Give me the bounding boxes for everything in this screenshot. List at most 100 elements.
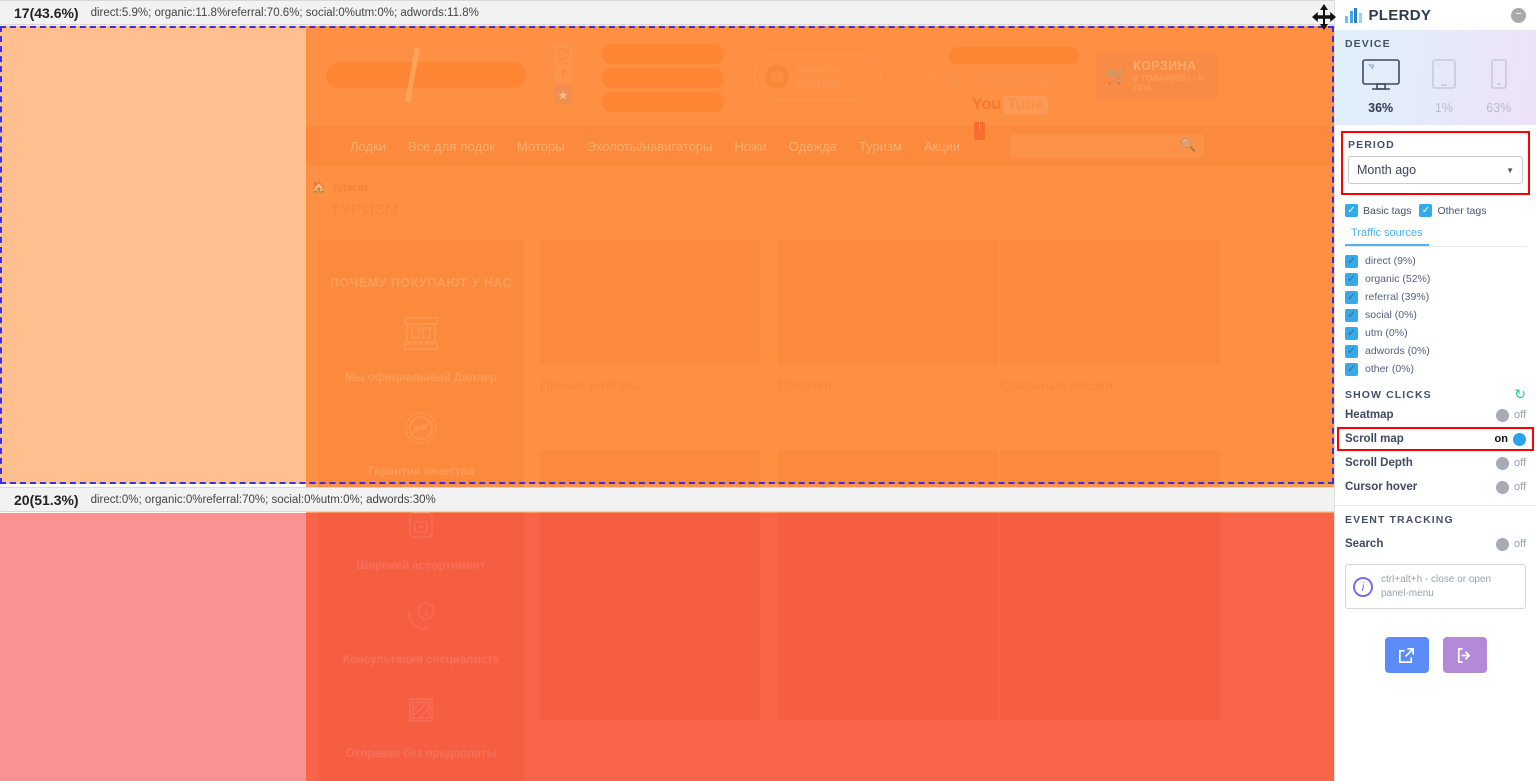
other-tags-label: Other tags: [1437, 204, 1487, 217]
event-tracking-section: EVENT TRACKING Search off i ctrl+alt+h -…: [1335, 505, 1536, 673]
toggle-search[interactable]: Search off: [1345, 532, 1526, 556]
period-select[interactable]: Month ago ▼: [1348, 156, 1523, 184]
store-icon: [397, 312, 445, 356]
instagram-icon[interactable]: ◯: [554, 44, 572, 62]
toggle-label: Heatmap: [1345, 409, 1394, 421]
nav-item-clothes[interactable]: Одежда: [789, 139, 837, 154]
badge-icon: [397, 406, 445, 450]
toggle-switch[interactable]: off: [1495, 408, 1526, 422]
category-tile[interactable]: [778, 560, 998, 720]
category-image: [540, 240, 760, 365]
traffic-source-label: other (0%): [1365, 363, 1415, 375]
phone-number[interactable]: [602, 68, 724, 88]
toggle-switch[interactable]: on: [1494, 432, 1526, 446]
facebook-icon[interactable]: f: [554, 65, 572, 83]
toggle-label: Cursor hover: [1345, 481, 1418, 493]
toggle-switch[interactable]: off: [1495, 537, 1526, 551]
traffic-source-other[interactable]: ✓ other (0%): [1345, 360, 1526, 378]
telegram-icon: ➤: [922, 47, 936, 64]
site-logo[interactable]: [326, 62, 526, 88]
category-tile[interactable]: [1000, 560, 1220, 720]
star-icon[interactable]: ★: [554, 86, 572, 104]
toggle-scroll-depth[interactable]: Scroll Depth off: [1345, 451, 1526, 475]
nav-item-sonars[interactable]: Эхолоты/навигаторы: [587, 139, 713, 154]
traffic-source-utm[interactable]: ✓ utm (0%): [1345, 324, 1526, 342]
toggle-switch[interactable]: off: [1495, 480, 1526, 494]
traffic-source-referral[interactable]: ✓ referral (39%): [1345, 288, 1526, 306]
traffic-source-adwords[interactable]: ✓ adwords (0%): [1345, 342, 1526, 360]
nav-item-knives[interactable]: Ножи: [734, 139, 766, 154]
callback-label-1: Заказать: [795, 63, 841, 76]
device-stats: 36% 1% 63%: [1345, 58, 1526, 115]
nav-item-sales[interactable]: Акции: [924, 139, 960, 154]
device-section: DEVICE 36% 1% 63%: [1335, 30, 1536, 125]
benefit-label: Гарантия качества: [368, 466, 474, 478]
category-label: Пикник наборы: [540, 377, 639, 393]
nav-item-boat-gear[interactable]: Все для лодок: [408, 139, 495, 154]
other-tags-checkbox[interactable]: ✓ Other tags: [1419, 204, 1486, 217]
phone-numbers: [602, 44, 724, 112]
nav-item-motors[interactable]: Моторы: [517, 139, 565, 154]
traffic-source-social[interactable]: ✓ social (0%): [1345, 306, 1526, 324]
site-header: ◯ f ★ ☎ Заказать звонок ➤: [306, 26, 1334, 126]
screen: 👤 Личный кабинет ▣ Как стать дилером? 👤 …: [0, 0, 1536, 781]
benefit-label: Широкий ассортимент: [356, 560, 486, 572]
device-tablet[interactable]: 1%: [1431, 58, 1457, 115]
site-main-nav: Лодки Все для лодок Моторы Эхолоты/навиг…: [306, 122, 1334, 166]
youtube-link[interactable]: You Tube: [972, 96, 1079, 114]
minus-circle-icon[interactable]: −: [1511, 7, 1526, 23]
nav-item-tourism[interactable]: Туризм: [859, 139, 902, 154]
period-selected-value: Month ago: [1357, 163, 1417, 177]
toggle-state: on: [1494, 433, 1508, 445]
traffic-source-direct[interactable]: ✓ direct (9%): [1345, 252, 1526, 270]
device-mobile[interactable]: 63%: [1486, 58, 1511, 115]
device-desktop-value: 36%: [1368, 101, 1394, 115]
device-desktop[interactable]: 36%: [1360, 58, 1402, 115]
cart-subtitle: 0 ТОВАР(ОВ) - 0 ГРН.: [1133, 73, 1204, 93]
messenger-contact[interactable]: [949, 46, 1079, 64]
scrollmap-label-2: 20(51.3%) direct:0%; organic:0%referral:…: [0, 487, 1334, 512]
toggle-scroll-map[interactable]: Scroll map on: [1337, 427, 1534, 451]
callback-button[interactable]: ☎ Заказать звонок: [754, 54, 882, 100]
logout-icon[interactable]: [1442, 637, 1487, 673]
nav-item-boats[interactable]: Лодки: [350, 139, 386, 154]
tab-traffic-sources[interactable]: Traffic sources: [1345, 224, 1429, 246]
category-image: [1000, 560, 1220, 720]
site-body: 🏠 Туризм ТУРИЗМ ПОЧЕМУ ПОКУПАЮТ У НАС Мы…: [306, 166, 1334, 781]
device-mobile-value: 63%: [1486, 101, 1512, 115]
traffic-source-organic[interactable]: ✓ organic (52%): [1345, 270, 1526, 288]
category-tile[interactable]: Спальные мешки: [1000, 240, 1220, 393]
toggle-switch[interactable]: off: [1495, 456, 1526, 470]
cart-button[interactable]: 🛒 КОРЗИНА 0 ТОВАР(ОВ) - 0 ГРН.: [1096, 52, 1218, 100]
phone-number[interactable]: [602, 92, 724, 112]
nav-badge: !: [974, 122, 985, 140]
category-image: [778, 240, 998, 365]
device-tablet-value: 1%: [1434, 101, 1453, 115]
basic-tags-checkbox[interactable]: ✓ Basic tags: [1345, 204, 1411, 217]
youtube-you: You: [972, 96, 1002, 113]
check-icon: ✓: [1345, 204, 1358, 217]
benefit-item: Мы официальный Диллер: [318, 312, 524, 384]
toggle-cursor-hover[interactable]: Cursor hover off: [1345, 475, 1526, 499]
external-link-icon[interactable]: [1384, 637, 1429, 673]
toggle-heatmap[interactable]: Heatmap off: [1345, 403, 1526, 427]
check-icon: ✓: [1345, 272, 1358, 286]
category-tile[interactable]: [540, 560, 760, 720]
toggle-state: off: [1513, 538, 1526, 550]
breadcrumb: 🏠 Туризм: [312, 181, 368, 195]
category-tile[interactable]: Палатки: [778, 240, 998, 393]
phone-number[interactable]: [602, 44, 724, 64]
traffic-source-label: adwords (0%): [1365, 345, 1430, 357]
toggle-knob: [1513, 432, 1526, 446]
category-tile[interactable]: Пикник наборы: [540, 240, 760, 393]
refresh-icon[interactable]: ↻: [1514, 386, 1526, 403]
check-icon: ✓: [1345, 362, 1358, 376]
info-icon: i: [1353, 576, 1373, 597]
traffic-source-label: social (0%): [1365, 309, 1417, 321]
chevron-down-icon: ▼: [1506, 165, 1514, 175]
site-search-input[interactable]: 🔍: [1010, 134, 1205, 158]
toggle-label: Search: [1345, 538, 1384, 550]
home-icon[interactable]: 🏠: [312, 181, 326, 194]
brand-name: PLERDY: [1368, 6, 1432, 24]
toggle-knob: [1495, 408, 1509, 422]
